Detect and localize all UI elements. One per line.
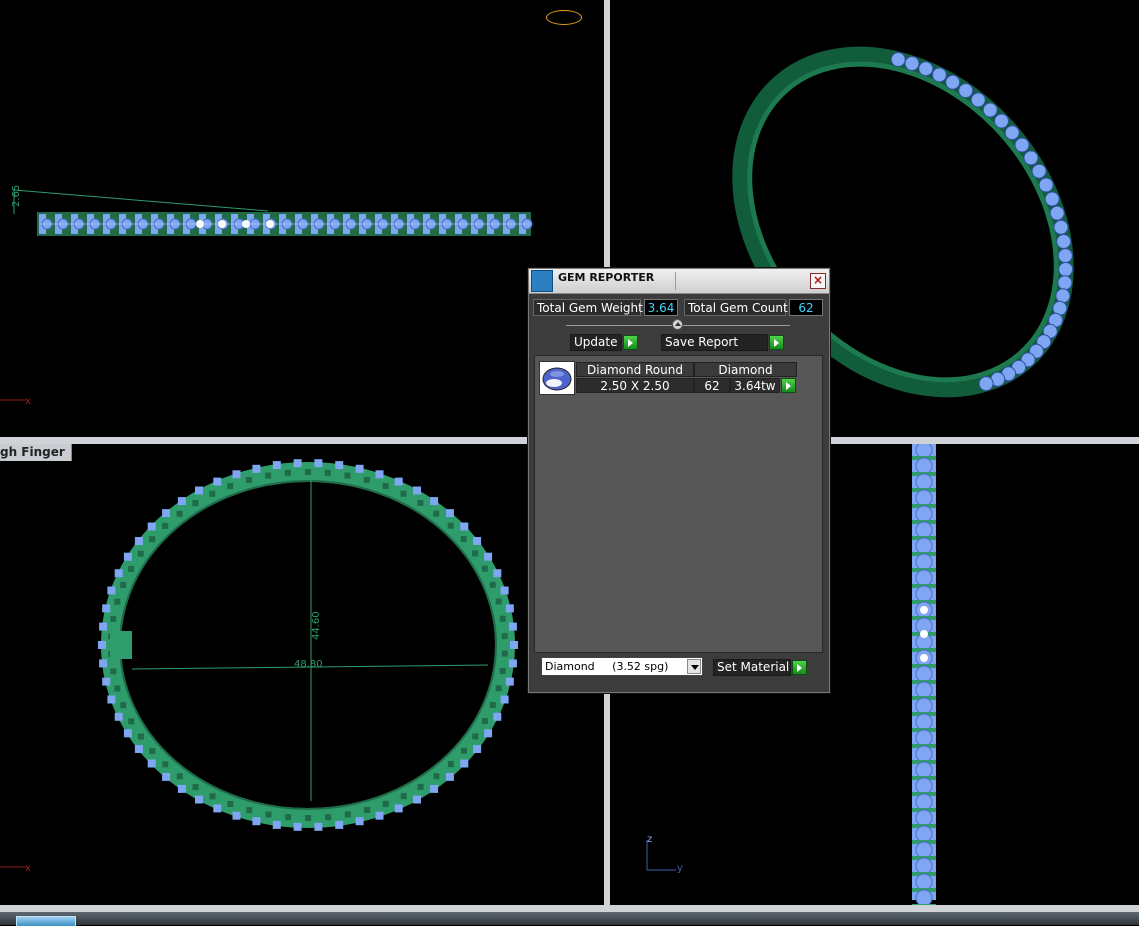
- titlebar-divider: [675, 272, 676, 290]
- viewport-top-left[interactable]: 2.65 x: [0, 0, 604, 437]
- panel-titlebar[interactable]: GEM REPORTER ×: [529, 269, 829, 294]
- total-gem-count-label: Total Gem Count: [684, 299, 788, 316]
- gem-icon: [546, 10, 582, 25]
- gem-reporter-logo-icon: [531, 270, 553, 292]
- total-gem-count-value: 62: [789, 299, 823, 316]
- svg-text:x: x: [25, 396, 31, 407]
- dim-label-diameter-horizontal: 48.80: [294, 659, 323, 670]
- viewport-divider-bottom: [0, 905, 1139, 912]
- axis-z-label: z: [647, 834, 652, 845]
- gem-count-cell: 62: [694, 378, 730, 393]
- diamond-round-thumbnail-icon[interactable]: [539, 361, 575, 395]
- collapse-toggle-icon[interactable]: [672, 319, 683, 330]
- save-report-button[interactable]: Save Report: [661, 334, 768, 351]
- update-go-icon[interactable]: [623, 335, 638, 350]
- dim-label-height: 2.65: [11, 185, 22, 207]
- axis-y-label: y: [677, 863, 683, 874]
- gem-size-cell: 2.50 X 2.50: [576, 378, 694, 393]
- update-button[interactable]: Update: [570, 334, 622, 351]
- svg-text:x: x: [25, 863, 31, 874]
- close-icon[interactable]: ×: [810, 273, 826, 289]
- gem-material-cell: Diamond: [694, 362, 797, 377]
- total-gem-weight-label: Total Gem Weight: [533, 299, 643, 316]
- gem-shape-cell: Diamond Round: [576, 362, 694, 377]
- viewport-label: gh Finger: [0, 444, 72, 461]
- gem-list: Diamond Round Diamond 2.50 X 2.50 62 3.6…: [534, 355, 823, 653]
- total-gem-weight-value: 3.64: [644, 299, 678, 316]
- gem-reporter-panel: GEM REPORTER × Total Gem Weight 3.64 Tot…: [528, 268, 830, 693]
- dim-label-diameter-vertical: 44.60: [311, 611, 322, 640]
- side-view-ring: 2.65 x: [0, 185, 533, 407]
- top-view-ring: 44.60 48.80 x: [0, 459, 518, 874]
- save-report-go-icon[interactable]: [769, 335, 784, 350]
- set-material-button[interactable]: Set Material: [713, 659, 791, 676]
- gem-row-go-icon[interactable]: [781, 378, 796, 393]
- gem-weight-cell: 3.64tw: [730, 378, 780, 393]
- material-select-value: Diamond (3.52 spg): [545, 660, 669, 673]
- panel-title: GEM REPORTER: [558, 271, 655, 284]
- chevron-down-icon[interactable]: [687, 659, 701, 674]
- set-material-go-icon[interactable]: [792, 660, 807, 675]
- diamond-gem-icon: [542, 367, 572, 391]
- taskbar: [0, 912, 1139, 925]
- material-select[interactable]: Diamond (3.52 spg): [541, 657, 703, 676]
- viewport-bottom-left[interactable]: 44.60 48.80 x: [0, 444, 604, 909]
